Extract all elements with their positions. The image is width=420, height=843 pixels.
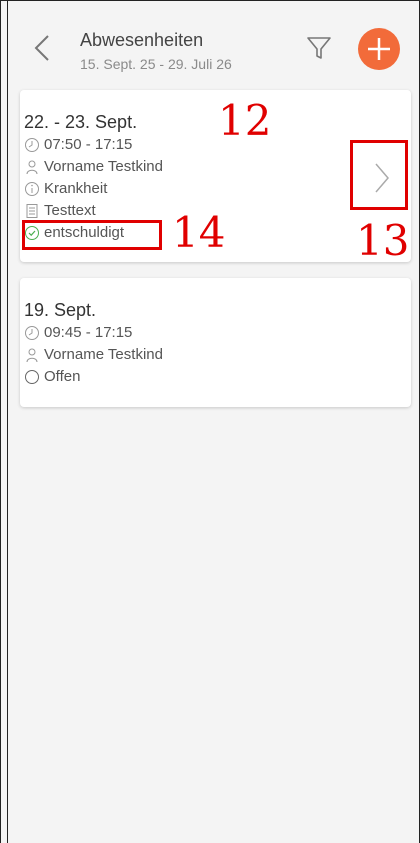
annotation-box-13 — [350, 140, 408, 210]
absence-reason-text: Krankheit — [44, 180, 108, 197]
absence-date: 19. Sept. — [24, 300, 97, 320]
absence-note-text: Testtext — [44, 202, 96, 219]
document-icon — [26, 203, 38, 218]
info-icon — [25, 181, 39, 196]
date-range: 15. Sept. 25 - 29. Juli 26 — [80, 56, 232, 72]
child-icon — [26, 160, 38, 174]
chevron-left-icon[interactable] — [30, 32, 54, 64]
absence-time-text: 07:50 - 17:15 — [44, 136, 133, 153]
annotation-label-12: 12 — [218, 96, 272, 145]
absence-child-text: Vorname Testkind — [44, 346, 163, 363]
clock-icon — [25, 137, 39, 152]
absence-date: 22. - 23. Sept. — [24, 112, 138, 132]
absence-child: Vorname Testkind — [24, 346, 163, 363]
annotation-label-14: 14 — [172, 208, 226, 257]
child-icon — [26, 348, 38, 362]
annotation-box-14 — [22, 220, 162, 250]
annotation-label-13: 13 — [356, 216, 410, 265]
absence-status: Offen — [24, 368, 80, 385]
add-absence-button[interactable] — [358, 28, 400, 70]
plus-icon — [368, 38, 390, 60]
absence-child-text: Vorname Testkind — [44, 158, 163, 175]
filter-icon[interactable] — [306, 34, 332, 62]
absence-status-text: Offen — [44, 368, 81, 385]
absence-card[interactable]: 19. Sept. 09:45 - 17:15 Vorname Testkind… — [20, 278, 411, 407]
absence-time: 09:45 - 17:15 — [24, 324, 132, 341]
left-edge-line — [0, 0, 8, 843]
absence-child: Vorname Testkind — [24, 158, 163, 175]
page-title: Abwesenheiten — [80, 30, 204, 50]
absence-note: Testtext — [24, 202, 96, 219]
absence-reason: Krankheit — [24, 180, 107, 197]
absence-time: 07:50 - 17:15 — [24, 136, 132, 153]
absence-time-text: 09:45 - 17:15 — [44, 324, 133, 341]
open-circle-icon — [25, 369, 39, 384]
app-header: Abwesenheiten 15. Sept. 25 - 29. Juli 26 — [0, 0, 420, 80]
clock-icon — [25, 325, 39, 340]
